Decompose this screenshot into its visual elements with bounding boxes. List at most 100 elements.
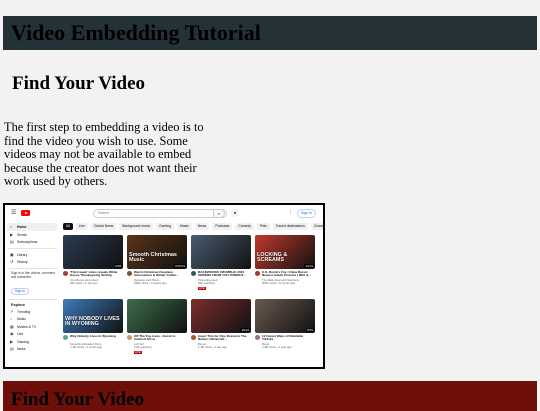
view-count: 4.6M views • 1 year ago bbox=[262, 345, 292, 349]
sidebar-item-label: Subscriptions bbox=[17, 240, 38, 244]
video-title[interactable]: BACKWOODS CRUMBLE! 2023 ORDERS FROM YOU … bbox=[198, 270, 250, 278]
sidebar-item-trending[interactable]: ↗ Trending bbox=[7, 308, 57, 316]
sidebar-item-news[interactable]: ▤ News bbox=[7, 345, 57, 353]
sidebar-item-library[interactable]: ▣ Library bbox=[7, 251, 57, 259]
live-badge: LIVE bbox=[134, 350, 142, 354]
next-section-title: Find Your Video bbox=[11, 389, 145, 410]
video-title[interactable]: 'Third week' video reveals White House T… bbox=[70, 270, 122, 278]
sidebar-item-label: Home bbox=[17, 225, 27, 229]
view-count: 842 views • 1 day ago bbox=[70, 281, 98, 285]
sidebar-icon: ▤ bbox=[10, 346, 14, 352]
channel-avatar[interactable] bbox=[127, 335, 132, 340]
sidebar-icon: ▣ bbox=[10, 251, 14, 257]
video-meta: Lofi Girl 2.6K watching LIVE bbox=[134, 342, 186, 355]
view-count: 49K watching bbox=[198, 281, 215, 285]
youtube-screenshot: ☰ Search ⌕ ● ⋮ Sign in All Live Global New… bbox=[3, 203, 325, 369]
video-title[interactable]: Off The Top Lives - Insisit to Inskrivit… bbox=[134, 334, 186, 342]
filter-chip[interactable]: Characters bbox=[310, 223, 323, 230]
filter-chip[interactable]: Background music bbox=[119, 223, 154, 230]
video-thumbnail[interactable] bbox=[127, 299, 187, 333]
sidebar-divider bbox=[7, 247, 57, 249]
video-meta: The Daily Roar with Stephens 856K views •… bbox=[262, 278, 314, 286]
sidebar-item-label: Library bbox=[17, 252, 28, 257]
page-title: Video Embedding Tutorial bbox=[11, 20, 261, 45]
mic-icon[interactable]: ● bbox=[231, 209, 239, 217]
youtube-logo-icon[interactable] bbox=[21, 210, 30, 216]
channel-avatar[interactable] bbox=[255, 271, 260, 276]
channel-avatar[interactable] bbox=[255, 335, 260, 340]
yt-header: ☰ Search ⌕ ● ⋮ Sign in bbox=[5, 205, 323, 221]
sidebar-icon: ▦ bbox=[10, 323, 14, 329]
search-icon[interactable]: ⌕ bbox=[213, 209, 225, 218]
video-thumbnail[interactable]: 8:55 bbox=[255, 299, 315, 333]
duration-badge: 0:58 bbox=[114, 264, 122, 268]
sidebar-icon: ▶ bbox=[10, 231, 14, 237]
video-thumbnail[interactable]: 18:42 bbox=[191, 299, 251, 333]
filter-chip[interactable]: Gaming bbox=[156, 223, 175, 230]
video-thumbnail[interactable]: WHY NOBODY LIVES IN WYOMING bbox=[63, 299, 123, 333]
sidebar-item-home[interactable]: ⌂ Home bbox=[7, 223, 57, 231]
view-count: 2.6K watching bbox=[134, 345, 152, 349]
sidebar-item-label: Movies & TV bbox=[17, 324, 37, 329]
video-title[interactable]: Why Nobody Lives In Wyoming bbox=[70, 334, 122, 339]
channel-avatar[interactable] bbox=[63, 271, 68, 276]
sidebar-divider bbox=[7, 267, 57, 269]
video-thumbnail[interactable]: 0:58 bbox=[63, 235, 123, 269]
sidebar-item-label: Music bbox=[17, 317, 26, 322]
sidebar-icon: ♪ bbox=[10, 316, 12, 322]
sidebar-item-label: News bbox=[17, 347, 26, 352]
yt-sidebar: ⌂ Home ▶ Shorts ▤ Subscriptions ▣ Library ↺ Histo… bbox=[7, 223, 57, 353]
channel-avatar[interactable] bbox=[63, 335, 68, 340]
search-input[interactable]: Search bbox=[93, 209, 227, 218]
video-title[interactable]: U.S. Bomb's Fire: China Bursts Newest At… bbox=[262, 270, 314, 278]
live-badge: LIVE bbox=[198, 286, 206, 290]
sidebar-signin-note: Sign in to like videos, comment and subs… bbox=[11, 270, 55, 279]
filter-chip[interactable]: Live bbox=[75, 223, 89, 230]
sidebar-item-history[interactable]: ↺ History bbox=[7, 258, 57, 266]
sidebar-icon: ◉ bbox=[10, 331, 14, 337]
video-title[interactable]: 12 Cutest Ways of Relatable TikToks bbox=[262, 334, 314, 342]
filter-chip[interactable]: Global News bbox=[91, 223, 117, 230]
channel-avatar[interactable] bbox=[191, 271, 196, 276]
filter-chip[interactable]: Comedy bbox=[235, 223, 254, 230]
sidebar-item-label: Shorts bbox=[17, 232, 27, 237]
filter-chip[interactable]: Music bbox=[177, 223, 192, 230]
filter-chip[interactable]: All bbox=[63, 223, 73, 230]
sidebar-item-music[interactable]: ♪ Music bbox=[7, 315, 57, 323]
video-title[interactable]: Insert This for Dice Drama In The Nether… bbox=[198, 334, 250, 342]
filter-chip[interactable]: Podcasts bbox=[212, 223, 233, 230]
video-meta: Something Related Films 1.4M views • 1 mo… bbox=[70, 342, 122, 350]
sidebar-item-label: Live bbox=[17, 332, 24, 337]
sidebar-item-movies-tv[interactable]: ▦ Movies & TV bbox=[7, 323, 57, 331]
video-meta: Tahoe Exposed 49K watching LIVE bbox=[198, 278, 250, 291]
video-thumbnail[interactable]: Smooth Christmas Music 3:05:01 bbox=[127, 235, 187, 269]
sidebar-sign-in-button[interactable]: Sign in bbox=[11, 287, 29, 295]
thumbnail-text: WHY NOBODY LIVES IN WYOMING bbox=[65, 315, 120, 328]
duration-badge: 8:55 bbox=[306, 328, 314, 332]
filter-chip[interactable]: Tourist destinations bbox=[272, 223, 308, 230]
sidebar-item-label: Gaming bbox=[17, 339, 29, 344]
video-thumbnail[interactable] bbox=[191, 235, 251, 269]
video-meta: Boxun 1.4M views • 1 day ago bbox=[198, 342, 250, 350]
sidebar-item-subscriptions[interactable]: ▤ Subscriptions bbox=[7, 238, 57, 246]
filter-chip[interactable]: News bbox=[194, 223, 210, 230]
menu-icon[interactable]: ☰ bbox=[11, 210, 16, 216]
video-title[interactable]: Warm Christmas Fireplace Atmosphere & Wi… bbox=[134, 270, 186, 278]
thumbnail-text: Smooth Christmas Music bbox=[129, 251, 177, 264]
duration-badge: 14:01 bbox=[304, 264, 314, 268]
sidebar-icon: ⌂ bbox=[10, 224, 13, 229]
sidebar-item-label: History bbox=[17, 260, 28, 264]
sidebar-item-live[interactable]: ◉ Live bbox=[7, 330, 57, 338]
sidebar-item-shorts[interactable]: ▶ Shorts bbox=[7, 231, 57, 239]
sidebar-icon: ▶ bbox=[10, 338, 14, 344]
sign-in-button[interactable]: Sign in bbox=[297, 209, 316, 218]
video-thumbnail[interactable]: LOCKING & SCREAMS 14:01 bbox=[255, 235, 315, 269]
filter-chip[interactable]: Pets bbox=[256, 223, 270, 230]
view-count: 856K views • 12 hours ago bbox=[262, 281, 296, 285]
channel-avatar[interactable] bbox=[127, 271, 132, 276]
more-icon[interactable]: ⋮ bbox=[288, 209, 293, 215]
channel-avatar[interactable] bbox=[191, 335, 196, 340]
sidebar-icon: ↗ bbox=[10, 308, 14, 314]
sidebar-divider bbox=[7, 298, 57, 300]
sidebar-item-gaming[interactable]: ▶ Gaming bbox=[7, 338, 57, 346]
